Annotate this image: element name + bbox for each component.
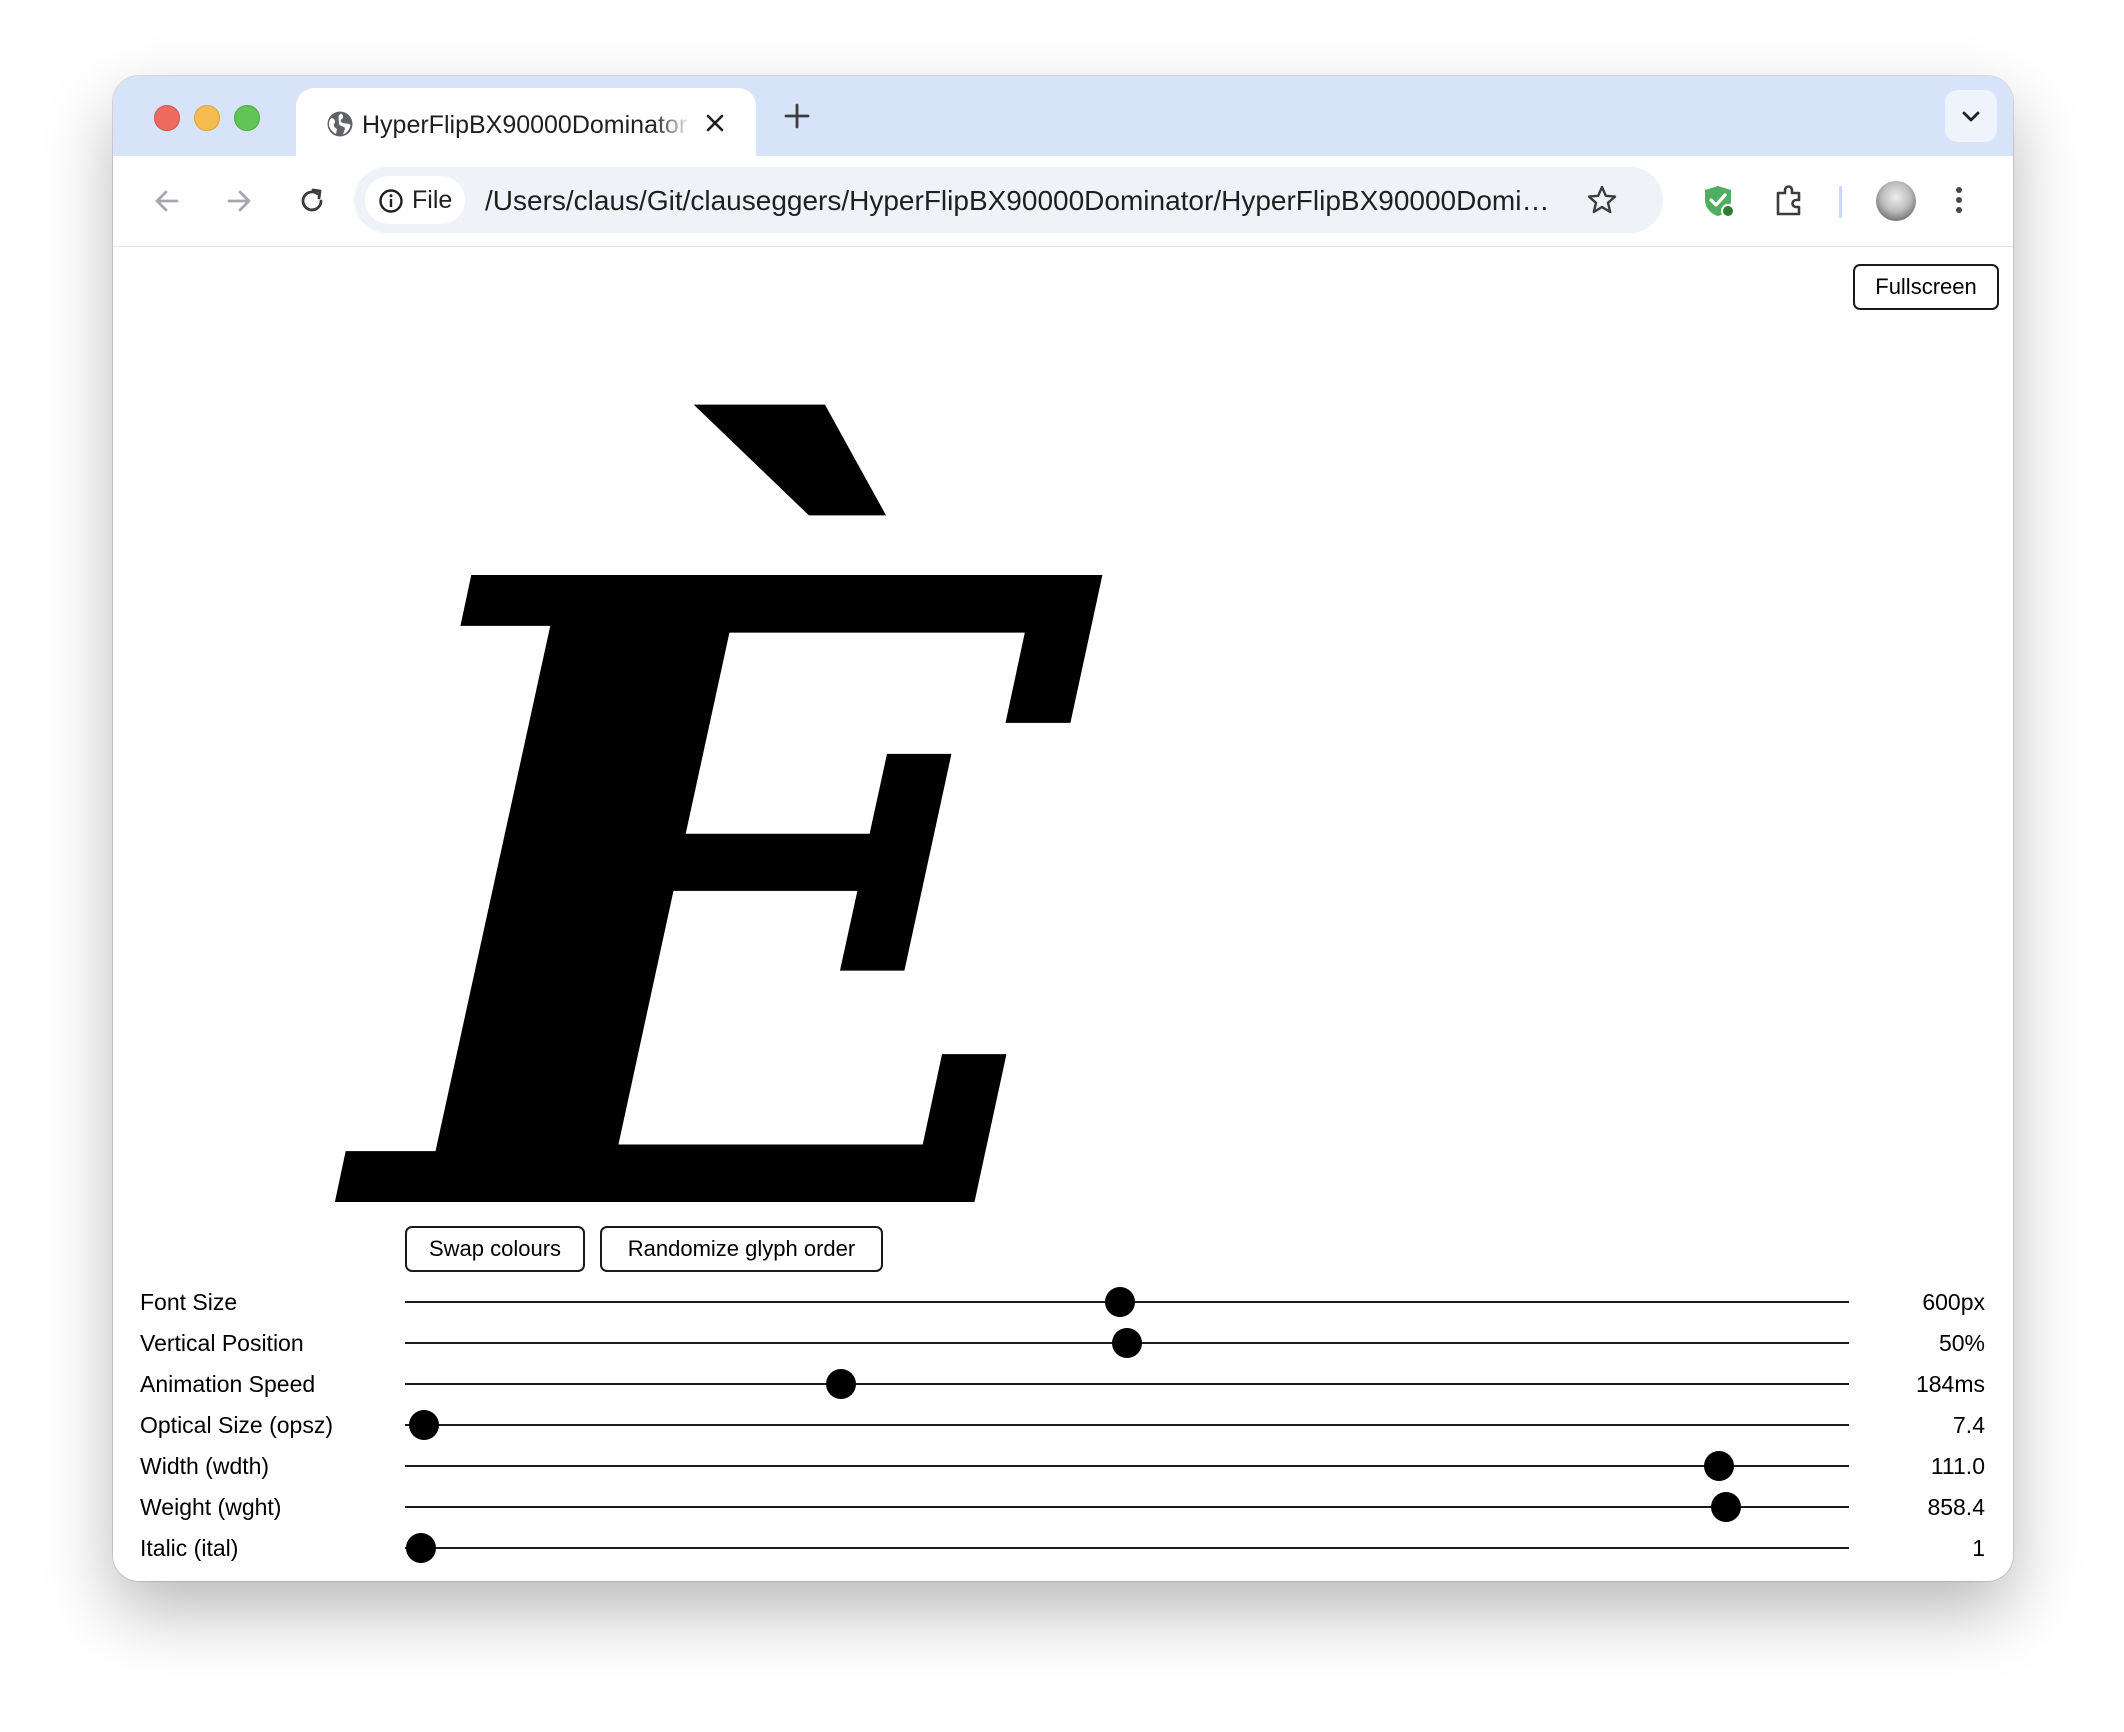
- maximize-window-button[interactable]: [234, 105, 260, 131]
- file-chip-label: File: [412, 186, 453, 214]
- control-value: 600px: [1922, 1289, 1985, 1315]
- arrow-right-icon: [227, 190, 251, 212]
- control-value: 111.0: [1930, 1453, 1985, 1479]
- tab-title: HyperFlipBX90000Dominator: [362, 111, 688, 139]
- control-value: 1: [1972, 1535, 1985, 1561]
- shield-extension-button[interactable]: [1696, 179, 1740, 223]
- control-value: 7.4: [1953, 1412, 1985, 1438]
- randomize-glyph-order-button[interactable]: Randomize glyph order: [600, 1226, 883, 1272]
- minimize-window-button[interactable]: [194, 105, 220, 131]
- chevron-down-icon: [1962, 111, 1980, 122]
- glyph-display: È: [327, 396, 1110, 1222]
- slider-thumb-vertical-position[interactable]: [1112, 1328, 1142, 1358]
- slider-thumb-italic[interactable]: [405, 1533, 436, 1563]
- glyph-character: È: [327, 396, 1110, 1222]
- control-label: Optical Size (opsz): [140, 1412, 334, 1438]
- tab-strip: HyperFlipBX90000Dominator: [113, 76, 2013, 156]
- reload-icon: [301, 188, 323, 212]
- extensions-button[interactable]: [1767, 179, 1811, 223]
- slider-track-width[interactable]: [405, 1465, 1849, 1467]
- site-info-chip[interactable]: File: [365, 176, 465, 224]
- control-label: Width (wdth): [140, 1453, 270, 1479]
- close-window-button[interactable]: [154, 105, 180, 131]
- slider-thumb-width[interactable]: [1704, 1451, 1735, 1481]
- shield-check-icon: [1705, 186, 1735, 218]
- puzzle-piece-icon: [1776, 185, 1801, 216]
- toolbar-divider: [1839, 186, 1842, 218]
- slider-thumb-font-size[interactable]: [1104, 1287, 1135, 1317]
- slider-track-optical-size[interactable]: [405, 1424, 1849, 1426]
- slider-thumb-optical-size[interactable]: [408, 1410, 439, 1440]
- control-value: 858.4: [1927, 1494, 1985, 1520]
- info-icon: [379, 189, 403, 213]
- control-label: Font Size: [140, 1289, 238, 1315]
- slider-thumb-animation-speed[interactable]: [826, 1369, 857, 1399]
- swap-colours-button[interactable]: Swap colours: [405, 1226, 585, 1272]
- reload-button[interactable]: [290, 179, 334, 223]
- new-tab-icon[interactable]: [783, 102, 811, 130]
- browser-window: HyperFlipBX90000Dominator File /Users/cl…: [113, 76, 2013, 1581]
- address-bar[interactable]: File /Users/claus/Git/clauseggers/HyperF…: [354, 167, 1663, 233]
- back-button[interactable]: [145, 179, 189, 223]
- slider-track-weight[interactable]: [405, 1506, 1849, 1508]
- slider-thumb-weight[interactable]: [1711, 1492, 1742, 1522]
- menu-kebab-icon[interactable]: [1949, 178, 1969, 222]
- control-label: Weight (wght): [140, 1494, 282, 1520]
- arrow-left-icon: [155, 190, 179, 212]
- url-text[interactable]: /Users/claus/Git/clauseggers/HyperFlipBX…: [485, 185, 1565, 217]
- forward-button[interactable]: [217, 179, 261, 223]
- page-content: Fullscreen È Swap colours Randomize glyp…: [113, 247, 2013, 1581]
- control-label: Italic (ital): [140, 1535, 239, 1561]
- globe-icon: [326, 110, 354, 138]
- browser-toolbar: File /Users/claus/Git/clauseggers/HyperF…: [113, 156, 2013, 247]
- bookmark-star-icon[interactable]: [1586, 184, 1618, 216]
- control-value: 184ms: [1915, 1371, 1985, 1397]
- slider-track-italic[interactable]: [405, 1547, 1849, 1549]
- profile-avatar[interactable]: [1876, 181, 1916, 221]
- tab-search-button[interactable]: [1945, 90, 1997, 142]
- control-label: Animation Speed: [140, 1371, 316, 1397]
- control-label: Vertical Position: [140, 1330, 304, 1356]
- slider-track-animation-speed[interactable]: [405, 1383, 1849, 1385]
- control-value: 50%: [1938, 1330, 1985, 1356]
- close-tab-icon[interactable]: [704, 112, 726, 134]
- browser-tab-active[interactable]: HyperFlipBX90000Dominator: [296, 88, 756, 156]
